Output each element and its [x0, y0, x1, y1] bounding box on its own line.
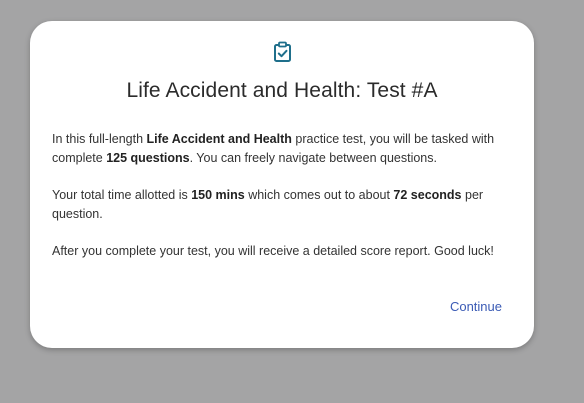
dialog-title: Life Accident and Health: Test #A [126, 79, 438, 102]
test-intro-dialog: Life Accident and Health: Test #A In thi… [30, 21, 534, 348]
test-description-paragraph: In this full-length Life Accident and He… [52, 130, 518, 168]
continue-button[interactable]: Continue [450, 299, 502, 314]
score-report-paragraph: After you complete your test, you will r… [52, 244, 494, 258]
seconds-per-question: 72 seconds [393, 188, 462, 202]
time-text: which comes out to about [244, 188, 394, 202]
description-text: . You can freely navigate between questi… [189, 151, 437, 165]
test-name: Life Accident and Health [146, 132, 292, 146]
total-time: 150 mins [191, 188, 245, 202]
time-allotted-paragraph: Your total time allotted is 150 mins whi… [52, 186, 518, 224]
question-count: 125 questions [106, 151, 190, 165]
time-text: Your total time allotted is [52, 188, 192, 202]
description-text: In this full-length [52, 132, 147, 146]
clipboard-check-icon [273, 41, 292, 63]
